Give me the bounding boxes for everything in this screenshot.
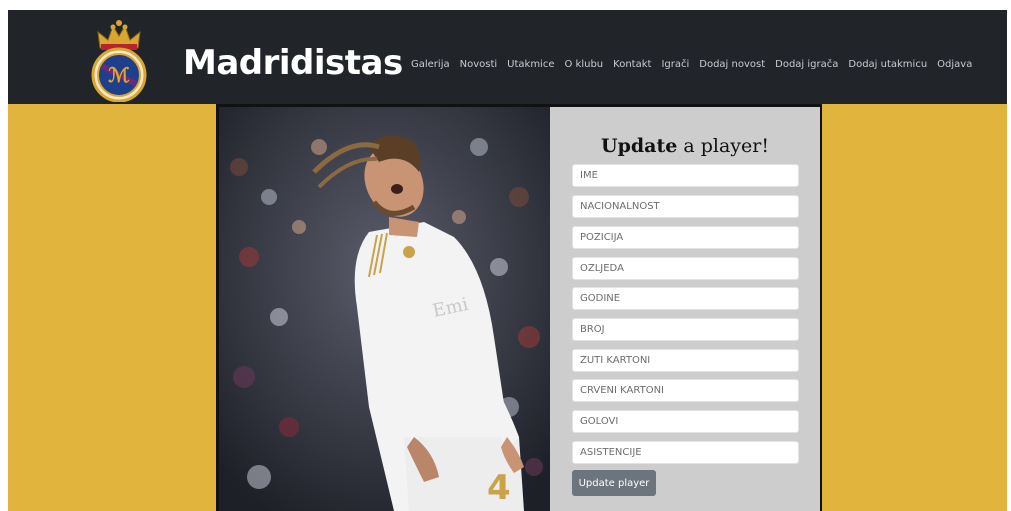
nav-link-igraci[interactable]: Igrači <box>656 60 694 70</box>
form-title-bold: Update <box>601 135 678 157</box>
nav-links: Galerija Novosti Utakmice O klubu Kontak… <box>406 60 977 70</box>
godine-input[interactable] <box>572 287 799 310</box>
nav-link-o-klubu[interactable]: O klubu <box>560 60 609 70</box>
navbar: ℳ Madridistas Galerija Novosti Utakmice … <box>8 10 1007 104</box>
nav-link-kontakt[interactable]: Kontakt <box>608 60 656 70</box>
crveni-kartoni-input[interactable] <box>572 379 799 402</box>
ozljeda-input[interactable] <box>572 257 799 280</box>
update-player-form: Update a player! Update player <box>550 107 820 511</box>
zuti-kartoni-input[interactable] <box>572 349 799 372</box>
nav-link-dodaj-utakmicu[interactable]: Dodaj utakmicu <box>843 60 932 70</box>
asistencije-input[interactable] <box>572 441 799 464</box>
nacionalnost-input[interactable] <box>572 195 799 218</box>
broj-input[interactable] <box>572 318 799 341</box>
nav-link-utakmice[interactable]: Utakmice <box>502 60 559 70</box>
real-madrid-crest-icon[interactable]: ℳ <box>86 18 152 102</box>
update-player-button[interactable]: Update player <box>572 470 656 496</box>
form-title: Update a player! <box>550 135 820 157</box>
nav-link-galerija[interactable]: Galerija <box>406 60 455 70</box>
nav-link-odjava[interactable]: Odjava <box>932 60 977 70</box>
form-title-rest: a player! <box>677 135 769 157</box>
svg-text:4: 4 <box>487 468 511 508</box>
player-photo: 4 Emi <box>219 107 550 511</box>
golovi-input[interactable] <box>572 410 799 433</box>
pozicija-input[interactable] <box>572 226 799 249</box>
brand-title[interactable]: Madridistas <box>183 46 403 80</box>
nav-link-dodaj-novost[interactable]: Dodaj novost <box>694 60 770 70</box>
nav-link-dodaj-igraca[interactable]: Dodaj igrača <box>770 60 843 70</box>
ime-input[interactable] <box>572 164 799 187</box>
svg-text:ℳ: ℳ <box>108 63 130 87</box>
nav-link-novosti[interactable]: Novosti <box>455 60 503 70</box>
